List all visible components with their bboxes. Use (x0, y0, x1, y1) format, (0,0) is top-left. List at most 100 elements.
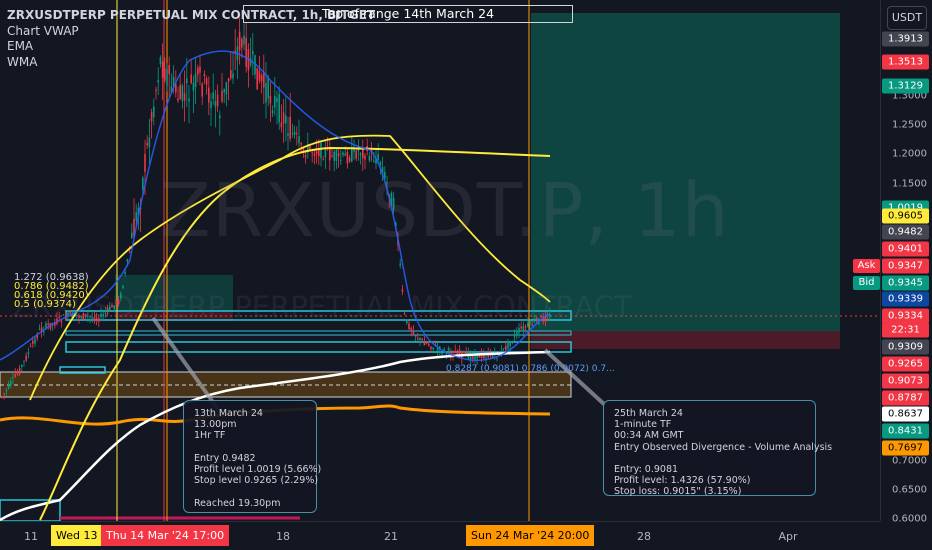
price-axis[interactable]: 1.3000 1.2500 1.2000 1.1500 0.7000 0.650… (880, 0, 932, 525)
annotation-line: Profit level 1.0019 (5.66%) (194, 464, 322, 476)
candle-body (322, 159, 324, 161)
candle-body (153, 106, 155, 118)
candle-body (511, 341, 514, 343)
candle-body (313, 153, 316, 156)
annotation-line: Entry Observed Divergence - Volume Analy… (614, 441, 833, 453)
candle-body (276, 97, 278, 103)
candle-body (223, 88, 225, 93)
candle-body (430, 346, 432, 350)
time-tick: 21 (384, 530, 398, 543)
candle-body (287, 133, 289, 137)
candle-body (32, 340, 34, 344)
candle-body (38, 329, 41, 331)
time-label-wed13: Wed 13 (51, 525, 103, 546)
price-tick: 0.7000 (892, 455, 927, 467)
candle-body (274, 96, 276, 108)
candle-body (331, 155, 333, 157)
candle-body (203, 74, 206, 76)
candle-body (201, 84, 203, 97)
top-of-range-note[interactable]: Top of range 14th March 24 (243, 5, 573, 23)
candle-body (186, 78, 188, 84)
candle-body (520, 326, 522, 329)
candle-body (320, 142, 322, 159)
candle-body (179, 84, 181, 100)
candle-body (188, 98, 190, 102)
candle-body (25, 355, 27, 361)
indicator-vwap[interactable]: Chart VWAP (7, 24, 375, 40)
indicator-ema[interactable]: EMA (7, 39, 375, 55)
fib-labels: 1.272 (0.9638) 0.786 (0.9482) 0.618 (0.9… (14, 273, 89, 310)
annotation-line: 1Hr TF (194, 430, 226, 442)
candle-body (472, 356, 474, 359)
fib-label: 0.5 (0.9374) (14, 299, 76, 310)
annotation-line: 00:34 AM GMT (614, 430, 684, 442)
annotation-left[interactable]: 13th March 24 13.00pm 1Hr TF Entry 0.948… (183, 400, 321, 513)
candle-body (177, 98, 179, 101)
candle-body (150, 112, 153, 122)
candle-body (436, 348, 439, 351)
indicator-wma[interactable]: WMA (7, 55, 375, 71)
candle-body (227, 78, 230, 82)
candle-body (454, 350, 456, 354)
candle-body (214, 101, 217, 107)
annotation-line: 25th March 24 (614, 408, 683, 419)
annotation-line: Stop level 0.9265 (2.29%) (194, 475, 319, 487)
chart-app: ZRXUSDT.P, 1h ZRXUSDTPERP PERPETUAL MIX … (0, 0, 932, 550)
fib-bottom-numbers: 0.8287 (0.9081) 0.786 (0.9072) 0.7... (446, 364, 615, 374)
annotation-right[interactable]: 25th March 24 1-minute TF 00:34 AM GMT E… (603, 400, 832, 497)
price-label: 1.3513 (882, 54, 929, 70)
candle-body (357, 149, 360, 151)
time-label-thu14: Thu 14 Mar '24 17:00 (101, 525, 230, 546)
candle-body (333, 151, 335, 161)
candle-body (408, 323, 410, 330)
annotation-line: Entry: 0.9081 (614, 464, 679, 476)
candle-body (309, 145, 311, 150)
candle-body (285, 115, 287, 124)
price-label: 0.8637 (882, 406, 929, 422)
candle-body (18, 367, 21, 375)
candle-body (335, 150, 338, 161)
candle-body (474, 355, 476, 360)
candle-body (16, 373, 19, 375)
candle-body (194, 73, 197, 88)
candle-body (23, 360, 25, 362)
candle-body (296, 133, 298, 135)
candle-body (190, 74, 192, 84)
price-tick: 0.6000 (892, 513, 927, 525)
candle-body (432, 347, 434, 350)
candle-body (421, 338, 423, 340)
candle-body (232, 73, 234, 79)
candle-body (412, 331, 415, 336)
candle-body (1, 396, 3, 398)
candle-body (505, 345, 507, 351)
price-label: 0.9073 (882, 373, 929, 389)
price-tick: 0.6500 (892, 484, 927, 496)
candle-body (131, 232, 133, 239)
candle-body (34, 338, 36, 344)
candle-body (258, 70, 261, 81)
price-chart-pane[interactable]: ZRXUSDT.P, 1h ZRXUSDTPERP PERPETUAL MIX … (0, 0, 880, 521)
candle-body (315, 151, 318, 155)
candle-body (324, 149, 327, 158)
candle-body (148, 137, 151, 147)
time-label-sun24: Sun 24 Mar '24 20:00 (466, 525, 595, 546)
candle-body (447, 347, 450, 351)
candle-body (304, 155, 307, 158)
time-tick: Apr (778, 530, 798, 543)
price-tick: 1.1500 (892, 178, 927, 190)
candle-body (128, 251, 131, 253)
candle-body (5, 389, 8, 392)
candle-body (205, 78, 208, 85)
candle-body (346, 151, 349, 164)
candle-body (212, 92, 214, 99)
currency-button[interactable]: USDT (887, 6, 927, 30)
candle-body (522, 325, 525, 332)
candle-body (311, 152, 313, 154)
candle-body (507, 341, 509, 349)
candle-body (419, 337, 421, 341)
candle-body (216, 94, 219, 107)
cyan-range-box-3 (65, 330, 572, 336)
candle-body (210, 101, 212, 109)
time-axis[interactable]: 11 18 21 28 Apr Wed 13 Thu 14 Mar '24 17… (0, 521, 880, 550)
candle-body (142, 177, 144, 190)
